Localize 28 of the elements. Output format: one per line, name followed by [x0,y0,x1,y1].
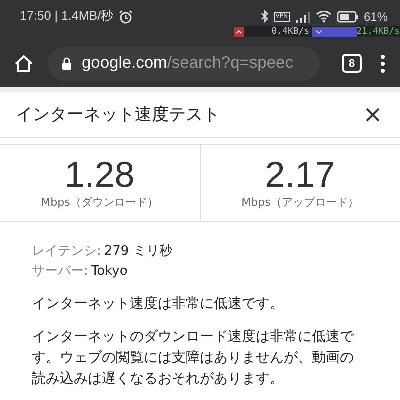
signal-icon [294,10,311,22]
card-title: インターネット速度テスト [16,104,220,126]
detail-label: レイテンシ: [32,244,102,259]
detail-value: Tokyo [91,264,128,279]
lock-icon [62,57,72,70]
detail-value: 279 ミリ秒 [104,244,172,259]
speed-unit-label: Mbps（アップロード） [242,194,359,210]
upload-arrow-icon [234,26,244,36]
alarm-clock-icon [119,10,134,24]
upload-speed: 0.4KB/s [272,26,310,36]
speed-unit-label: Mbps（ダウンロード） [41,194,158,210]
description-text: インターネットのダウンロード速度は非常に低速です。ウェブの閲覧には支障はありませんが、動画の読み込みは遅くなるおそれがあります。 [32,328,356,389]
tab-count-button[interactable]: 8 [342,54,362,73]
address-bar[interactable]: google.com/search?q=speec [48,46,320,80]
speed-value: 2.17 [265,156,336,192]
battery-icon [336,10,359,22]
wifi-icon [316,10,332,23]
download-speed: 21.4KB/s [312,26,400,36]
speed-value: 1.28 [64,156,135,192]
summary-text: インターネット速度は非常に低速です。 [32,295,285,314]
menu-icon[interactable] [380,54,386,74]
detail-label: サーバー: [32,264,88,279]
url-text: google.com/search?q=speec [82,54,294,73]
battery-percent: 61% [364,10,388,24]
close-icon[interactable] [366,108,380,122]
status-time: 17:50 | 1.4MB/秒 [20,8,114,25]
bluetooth-icon [260,10,269,23]
home-icon[interactable] [14,54,34,74]
